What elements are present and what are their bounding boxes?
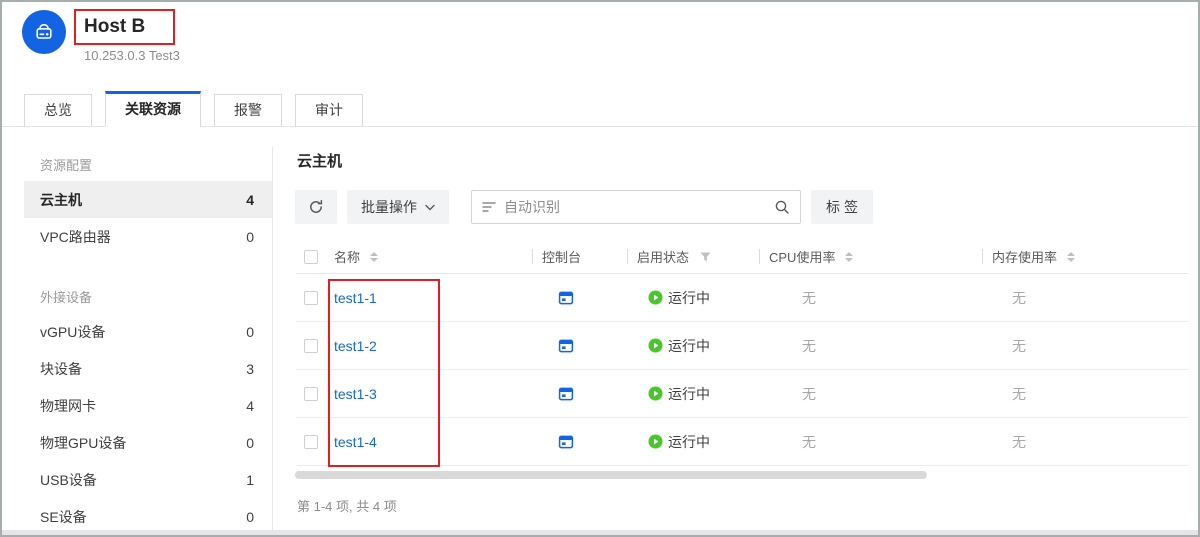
vm-table: 名称 控制台 启用状态 CPU使用率 [296, 240, 1188, 466]
pagination-text: 第 1-4 项, 共 4 项 [297, 496, 397, 515]
tag-button[interactable]: 标签 [811, 190, 873, 224]
tab-audit[interactable]: 审计 [295, 94, 363, 127]
horizontal-scrollbar[interactable] [295, 471, 927, 479]
sidebar-item-vm[interactable]: 云主机 4 [24, 181, 272, 218]
sort-name-icon[interactable] [370, 252, 378, 262]
host-icon [32, 20, 56, 44]
sidebar-item-count: 4 [246, 192, 254, 208]
sidebar-item-count: 0 [246, 324, 254, 340]
cpu-usage-value: 无 [802, 288, 816, 308]
sidebar-item-label: 物理GPU设备 [40, 433, 126, 453]
tab-related-resources[interactable]: 关联资源 [105, 91, 201, 127]
sidebar-item-physical-gpu[interactable]: 物理GPU设备 0 [24, 424, 272, 461]
tab-alarms[interactable]: 报警 [214, 94, 282, 127]
status-label: 运行中 [668, 432, 710, 452]
status-running-icon [648, 386, 663, 401]
memory-usage-value: 无 [1012, 384, 1026, 404]
tab-bar: 总览 关联资源 报警 审计 [2, 91, 1198, 127]
sidebar-section-resource-config: 资源配置 [24, 147, 272, 181]
sidebar-item-count: 3 [246, 361, 254, 377]
sidebar-item-label: VPC路由器 [40, 227, 111, 247]
sidebar-divider [272, 147, 273, 537]
filter-funnel-icon[interactable] [700, 252, 711, 262]
table-row: test1-4 运行中 无 无 [296, 418, 1188, 466]
refresh-button[interactable] [295, 190, 337, 224]
status-label: 运行中 [668, 288, 710, 308]
chevron-down-icon [425, 204, 435, 211]
status-running-icon [648, 434, 663, 449]
vm-name-link[interactable]: test1-2 [334, 338, 377, 354]
sidebar-item-count: 0 [246, 229, 254, 245]
sidebar-item-count: 4 [246, 398, 254, 414]
table-header: 名称 控制台 启用状态 CPU使用率 [296, 240, 1188, 274]
column-header-console: 控制台 [542, 247, 581, 266]
section-title: 云主机 [297, 150, 342, 171]
search-icon[interactable] [774, 199, 790, 215]
cpu-usage-value: 无 [802, 384, 816, 404]
sidebar-item-count: 0 [246, 509, 254, 525]
window-edge [2, 530, 1198, 535]
host-avatar [22, 10, 66, 54]
sort-memory-icon[interactable] [1067, 252, 1075, 262]
tab-overview[interactable]: 总览 [24, 94, 92, 127]
select-all-checkbox[interactable] [304, 250, 318, 264]
console-icon[interactable] [558, 338, 574, 354]
status-label: 运行中 [668, 336, 710, 356]
page-subtitle: 10.253.0.3 Test3 [84, 48, 180, 63]
sidebar-item-count: 1 [246, 472, 254, 488]
sidebar-item-physical-nic[interactable]: 物理网卡 4 [24, 387, 272, 424]
status-label: 运行中 [668, 384, 710, 404]
sort-cpu-icon[interactable] [845, 252, 853, 262]
sidebar-item-label: 物理网卡 [40, 396, 96, 416]
memory-usage-value: 无 [1012, 432, 1026, 452]
column-header-status: 启用状态 [637, 247, 689, 266]
table-row: test1-2 运行中 无 无 [296, 322, 1188, 370]
sidebar-item-label: vGPU设备 [40, 322, 105, 342]
bulk-actions-button[interactable]: 批量操作 [347, 190, 449, 224]
toolbar: 批量操作 标签 [295, 190, 873, 224]
sidebar-item-count: 0 [246, 435, 254, 451]
sidebar-item-label: SE设备 [40, 507, 87, 527]
vm-name-link[interactable]: test1-1 [334, 290, 377, 306]
cpu-usage-value: 无 [802, 336, 816, 356]
sidebar-item-vpc-router[interactable]: VPC路由器 0 [24, 218, 272, 255]
search-input[interactable] [504, 199, 766, 215]
console-icon[interactable] [558, 290, 574, 306]
sidebar-item-block-device[interactable]: 块设备 3 [24, 350, 272, 387]
bulk-actions-label: 批量操作 [361, 197, 417, 217]
row-checkbox[interactable] [304, 387, 318, 401]
column-header-memory: 内存使用率 [992, 247, 1057, 266]
memory-usage-value: 无 [1012, 336, 1026, 356]
host-detail-page: Host B 10.253.0.3 Test3 总览 关联资源 报警 审计 资源… [0, 0, 1200, 537]
memory-usage-value: 无 [1012, 288, 1026, 308]
sidebar-item-label: USB设备 [40, 470, 97, 490]
column-header-name: 名称 [334, 247, 360, 266]
column-header-cpu: CPU使用率 [769, 247, 835, 266]
vm-name-link[interactable]: test1-3 [334, 386, 377, 402]
refresh-icon [308, 199, 324, 215]
filter-lines-icon [482, 201, 496, 213]
console-icon[interactable] [558, 386, 574, 402]
vm-name-link[interactable]: test1-4 [334, 434, 377, 450]
row-checkbox[interactable] [304, 291, 318, 305]
sidebar-item-label: 块设备 [40, 359, 82, 379]
resource-sidebar: 资源配置 云主机 4 VPC路由器 0 外接设备 vGPU设备 0 块设备 3 … [24, 147, 272, 535]
sidebar-item-label: 云主机 [40, 190, 82, 210]
page-title: Host B [84, 16, 145, 38]
status-running-icon [648, 338, 663, 353]
status-running-icon [648, 290, 663, 305]
table-row: test1-1 运行中 无 无 [296, 274, 1188, 322]
row-checkbox[interactable] [304, 339, 318, 353]
console-icon[interactable] [558, 434, 574, 450]
table-row: test1-3 运行中 无 无 [296, 370, 1188, 418]
sidebar-section-external-devices: 外接设备 [24, 279, 272, 313]
sidebar-item-usb[interactable]: USB设备 1 [24, 461, 272, 498]
sidebar-item-vgpu[interactable]: vGPU设备 0 [24, 313, 272, 350]
cpu-usage-value: 无 [802, 432, 816, 452]
row-checkbox[interactable] [304, 435, 318, 449]
search-box [471, 190, 801, 224]
